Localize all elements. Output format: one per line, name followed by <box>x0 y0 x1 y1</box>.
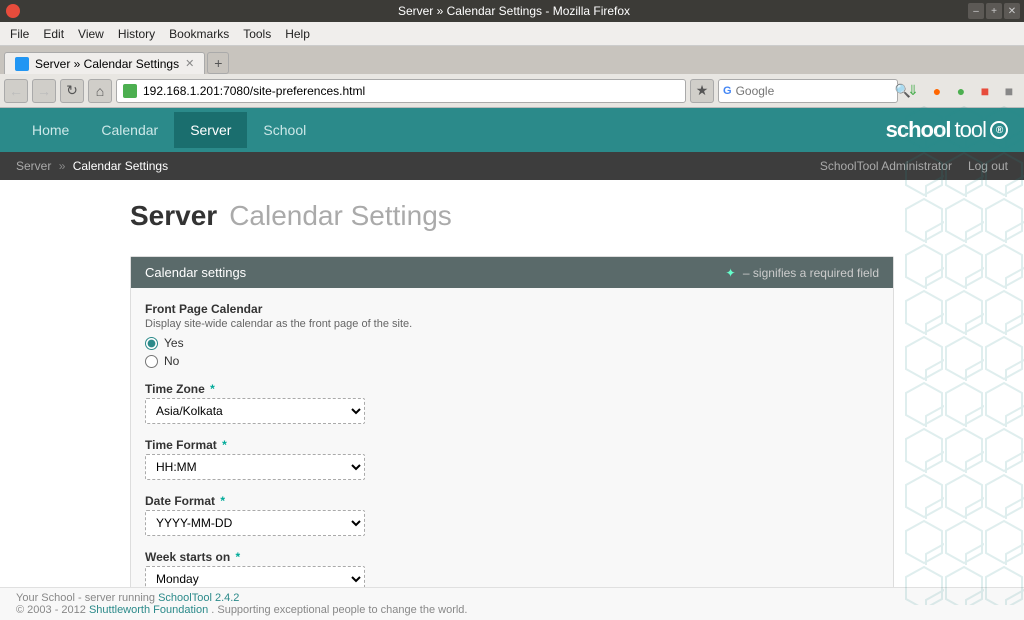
menu-help[interactable]: Help <box>279 25 316 43</box>
nav-server[interactable]: Server <box>174 112 247 148</box>
timeformat-select[interactable]: HH:MM HH:MM:SS 12-hour <box>145 454 365 480</box>
schooltool-nav: Home Calendar Server School schooltool ® <box>0 108 1024 152</box>
radio-no-label: No <box>164 354 179 368</box>
weekstart-group: Week starts on * Monday Sunday Saturday <box>145 550 879 587</box>
footer-support: . Supporting exceptional people to chang… <box>211 604 467 616</box>
radio-no-input[interactable] <box>145 355 158 368</box>
search-bar[interactable]: G 🔍 <box>718 79 898 103</box>
extension2-icon[interactable]: ■ <box>974 80 996 102</box>
minimize-button[interactable]: – <box>968 3 984 19</box>
footer-version-link[interactable]: SchoolTool 2.4.2 <box>158 592 239 604</box>
breadcrumb-current: Calendar Settings <box>73 159 168 173</box>
user-link[interactable]: SchoolTool Administrator <box>820 159 952 173</box>
home-button[interactable]: ⌂ <box>88 79 112 103</box>
url-input[interactable] <box>143 84 679 98</box>
timeformat-required: * <box>219 438 227 452</box>
nav-calendar[interactable]: Calendar <box>85 112 174 148</box>
footer-foundation-link[interactable]: Shuttleworth Foundation <box>89 604 208 616</box>
brand-text-bold: school <box>886 117 951 143</box>
download-icon[interactable]: ⇓ <box>902 80 924 102</box>
menu-history[interactable]: History <box>112 25 161 43</box>
radio-yes-input[interactable] <box>145 337 158 350</box>
tab-favicon <box>15 57 29 71</box>
breadcrumb-parent[interactable]: Server <box>16 159 51 173</box>
required-star: ✦ <box>726 266 736 280</box>
settings-card-header: Calendar settings ✦ – signifies a requir… <box>131 257 893 288</box>
security-icon <box>123 84 137 98</box>
browser-title: Server » Calendar Settings - Mozilla Fir… <box>60 4 968 18</box>
menu-tools[interactable]: Tools <box>237 25 277 43</box>
front-page-desc: Display site-wide calendar as the front … <box>145 318 879 330</box>
footer-running: - server running <box>78 592 158 604</box>
menu-view[interactable]: View <box>72 25 110 43</box>
footer-copyright: © 2003 - 2012 <box>16 604 89 616</box>
timeformat-label: Time Format * <box>145 438 879 452</box>
weekstart-label: Week starts on * <box>145 550 879 564</box>
dateformat-required: * <box>217 494 225 508</box>
tab-bar: Server » Calendar Settings ✕ + <box>0 46 1024 74</box>
tab-close-button[interactable]: ✕ <box>185 57 194 70</box>
main-content: Server Calendar Settings Calendar settin… <box>0 180 1024 587</box>
bookmark-star-button[interactable]: ★ <box>690 79 714 103</box>
nav-links: Home Calendar Server School <box>16 112 322 148</box>
timezone-label: Time Zone * <box>145 382 879 396</box>
dateformat-label: Date Format * <box>145 494 879 508</box>
weekstart-select[interactable]: Monday Sunday Saturday <box>145 566 365 587</box>
tab-title: Server » Calendar Settings <box>35 57 179 71</box>
timeformat-group: Time Format * HH:MM HH:MM:SS 12-hour <box>145 438 879 480</box>
required-note: ✦ – signifies a required field <box>726 266 879 280</box>
restore-button[interactable]: + <box>986 3 1002 19</box>
nav-home[interactable]: Home <box>16 112 85 148</box>
dateformat-group: Date Format * YYYY-MM-DD MM/DD/YYYY DD/M… <box>145 494 879 536</box>
front-page-label: Front Page Calendar <box>145 302 879 316</box>
back-button[interactable]: ← <box>4 79 28 103</box>
radio-yes[interactable]: Yes <box>145 336 879 350</box>
card-title: Calendar settings <box>145 265 246 280</box>
firefox-icon[interactable]: ● <box>926 80 948 102</box>
footer-school: Your School <box>16 592 75 604</box>
breadcrumb-right: SchoolTool Administrator Log out <box>820 159 1008 173</box>
logout-link[interactable]: Log out <box>968 159 1008 173</box>
page-content: Home Calendar Server School schooltool ®… <box>0 108 1024 620</box>
footer: Your School - server running SchoolTool … <box>0 587 1024 620</box>
settings-card-body: Front Page Calendar Display site-wide ca… <box>131 288 893 587</box>
dateformat-select[interactable]: YYYY-MM-DD MM/DD/YYYY DD/MM/YYYY <box>145 510 365 536</box>
address-bar[interactable] <box>116 79 686 103</box>
address-bar-row: ← → ↻ ⌂ ★ G 🔍 ⇓ ● ● ■ ■ <box>0 74 1024 108</box>
breadcrumb-bar: Server » Calendar Settings SchoolTool Ad… <box>0 152 1024 180</box>
active-tab[interactable]: Server » Calendar Settings ✕ <box>4 52 205 74</box>
page-title-light: Calendar Settings <box>229 200 452 232</box>
weekstart-required: * <box>232 550 240 564</box>
search-input[interactable] <box>736 84 891 98</box>
breadcrumb: Server » Calendar Settings <box>16 159 168 173</box>
extension3-icon[interactable]: ■ <box>998 80 1020 102</box>
menu-bookmarks[interactable]: Bookmarks <box>163 25 235 43</box>
menu-edit[interactable]: Edit <box>37 25 70 43</box>
nav-school[interactable]: School <box>247 112 322 148</box>
timezone-group: Time Zone * Asia/Kolkata UTC US/Eastern … <box>145 382 879 424</box>
settings-card: Calendar settings ✦ – signifies a requir… <box>130 256 894 587</box>
forward-button[interactable]: → <box>32 79 56 103</box>
brand-text-light: tool <box>955 117 986 143</box>
brand-logo: schooltool ® <box>886 117 1008 143</box>
radio-no[interactable]: No <box>145 354 879 368</box>
close-button[interactable]: ✕ <box>1004 3 1020 19</box>
menu-bar: File Edit View History Bookmarks Tools H… <box>0 22 1024 46</box>
timezone-required: * <box>207 382 215 396</box>
front-page-radio-group: Yes No <box>145 336 879 368</box>
toolbar-icons: ⇓ ● ● ■ ■ <box>902 80 1020 102</box>
timezone-select[interactable]: Asia/Kolkata UTC US/Eastern Europe/Londo… <box>145 398 365 424</box>
extension1-icon[interactable]: ● <box>950 80 972 102</box>
reload-button[interactable]: ↻ <box>60 79 84 103</box>
page-title: Server Calendar Settings <box>130 200 894 232</box>
radio-yes-label: Yes <box>164 336 184 350</box>
brand-symbol: ® <box>990 121 1008 139</box>
search-engine-icon: G <box>723 85 732 97</box>
menu-file[interactable]: File <box>4 25 35 43</box>
front-page-group: Front Page Calendar Display site-wide ca… <box>145 302 879 368</box>
new-tab-button[interactable]: + <box>207 52 229 74</box>
breadcrumb-separator: » <box>59 159 66 173</box>
page-title-bold: Server <box>130 200 217 232</box>
